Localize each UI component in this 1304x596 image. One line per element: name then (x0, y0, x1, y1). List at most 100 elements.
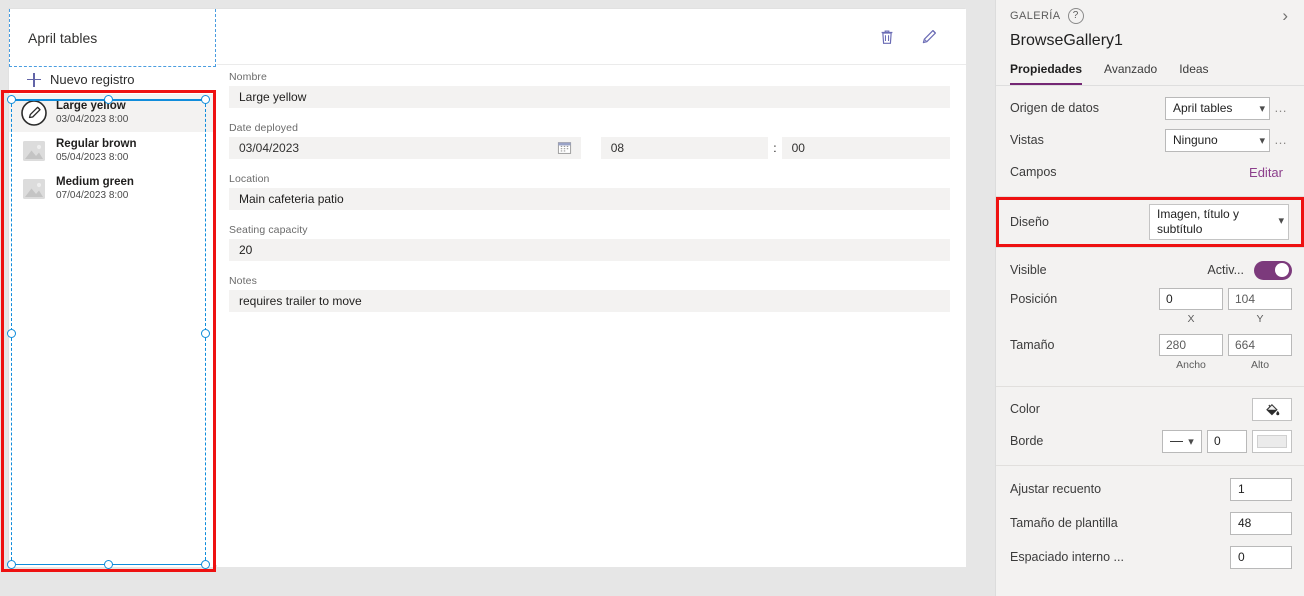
row-tamano-de-plantilla: Tamaño de plantilla 48 (996, 506, 1304, 540)
border-width-input[interactable]: 0 (1207, 429, 1247, 453)
layout-value: Imagen, título y subtítulo (1157, 207, 1240, 236)
resize-handle-top-center[interactable] (104, 95, 113, 104)
list-item[interactable]: Regular brown 05/04/2023 8:00 (9, 132, 216, 170)
form-field-list: Nombre Large yellow Date deployed 03/04/… (217, 71, 966, 326)
chevron-right-icon[interactable]: › (1282, 7, 1290, 24)
minute-input[interactable]: 00 (781, 137, 950, 159)
gallery-record-list[interactable]: Large yellow 03/04/2023 8:00 Regular bro… (9, 94, 216, 567)
resize-handle-bottom-center[interactable] (104, 560, 113, 569)
hour-value: 08 (610, 141, 625, 155)
list-item-subtitle: 03/04/2023 8:00 (56, 114, 129, 126)
resize-handle-middle-right[interactable] (201, 329, 210, 338)
field-label: Notes (229, 275, 257, 287)
position-x-input[interactable]: 0 (1159, 288, 1223, 310)
tab-propiedades[interactable]: Propiedades (1010, 62, 1083, 85)
form-field-date-deployed: Date deployed 03/04/2023 08: 00 (229, 122, 950, 159)
minute-value: 00 (791, 141, 805, 155)
trash-icon[interactable] (870, 20, 904, 54)
size-width-input[interactable]: 280 (1159, 334, 1223, 356)
list-item[interactable]: Medium green 07/04/2023 8:00 (9, 170, 216, 208)
wrap-count-input[interactable]: 1 (1230, 477, 1292, 501)
layout-row-highlight: Diseño Imagen, título y subtítulo ▾ (996, 197, 1304, 247)
hour-input[interactable]: 08 (600, 137, 769, 159)
data-section: Origen de datos April tables ▾ … Vistas … (996, 86, 1304, 196)
position-y-input[interactable]: 104 (1228, 288, 1292, 310)
row-label: Color (1010, 402, 1040, 416)
layout-select[interactable]: Imagen, título y subtítulo ▾ (1149, 204, 1289, 240)
position-y-caption: Y (1256, 313, 1264, 325)
data-source-more-button[interactable]: … (1270, 101, 1292, 114)
list-item-title: Regular brown (56, 138, 137, 151)
position-x-caption: X (1187, 313, 1195, 325)
edit-form: Nombre Large yellow Date deployed 03/04/… (217, 9, 966, 567)
field-value[interactable]: requires trailer to move (229, 290, 950, 312)
views-select[interactable]: Ninguno ▾ (1165, 128, 1270, 152)
edit-fields-link[interactable]: Editar (1249, 165, 1292, 180)
row-label: Origen de datos (1010, 101, 1099, 115)
field-label: Date deployed (229, 122, 299, 134)
app-canvas: April tables Nuevo registro Large yellow… (0, 0, 995, 596)
row-label: Tamaño (1010, 338, 1055, 352)
resize-handle-top-right[interactable] (201, 95, 210, 104)
tab-avanzado[interactable]: Avanzado (1104, 62, 1157, 85)
row-label: Espaciado interno ... (1010, 550, 1124, 564)
question-mark-icon[interactable]: ? (1067, 7, 1084, 24)
field-value[interactable]: Main cafeteria patio (229, 188, 950, 210)
panel-kicker-label: GALERÍA (1010, 9, 1061, 22)
chevron-down-icon: ▾ (1188, 435, 1194, 448)
template-padding-input[interactable]: 0 (1230, 545, 1292, 569)
row-color: Color (996, 393, 1304, 425)
gallery-settings-section: Ajustar recuento 1 Tamaño de plantilla 4… (996, 466, 1304, 582)
field-value[interactable]: 20 (229, 239, 950, 261)
list-item-title: Large yellow (56, 100, 126, 113)
resize-handle-top-left[interactable] (7, 95, 16, 104)
date-input[interactable]: 03/04/2023 (229, 137, 581, 159)
row-tamano: Tamaño 280 664 (996, 332, 1304, 358)
resize-handle-bottom-right[interactable] (201, 560, 210, 569)
gallery-control[interactable]: April tables Nuevo registro Large yellow… (9, 9, 216, 567)
paint-bucket-icon[interactable] (1252, 397, 1292, 421)
row-label: Visible (1010, 263, 1047, 277)
row-label: Ajustar recuento (1010, 482, 1102, 496)
list-item-text: Medium green 07/04/2023 8:00 (56, 176, 134, 202)
row-label: Vistas (1010, 133, 1044, 147)
panel-header: GALERÍA ? › BrowseGallery1 (996, 0, 1304, 50)
border-style-select[interactable]: ▾ (1162, 429, 1202, 453)
calendar-icon[interactable] (557, 140, 573, 156)
image-placeholder-icon (21, 176, 47, 202)
pencil-circle-icon (21, 100, 47, 126)
panel-tabs: Propiedades Avanzado Ideas (996, 62, 1304, 86)
row-visible: Visible Activ... (996, 254, 1304, 286)
tab-ideas[interactable]: Ideas (1179, 62, 1208, 85)
row-diseno: Diseño Imagen, título y subtítulo ▾ (999, 200, 1301, 244)
views-more-button[interactable]: … (1270, 133, 1292, 146)
field-label: Location (229, 173, 270, 185)
date-time-row: 03/04/2023 08: 00 (229, 137, 950, 159)
visible-toggle[interactable] (1254, 260, 1292, 280)
plus-icon (27, 72, 41, 87)
border-color-swatch[interactable] (1252, 429, 1292, 453)
field-label: Nombre (229, 71, 267, 83)
row-espaciado-interno: Espaciado interno ... 0 (996, 540, 1304, 574)
resize-handle-bottom-left[interactable] (7, 560, 16, 569)
field-label: Seating capacity (229, 224, 308, 236)
row-label: Diseño (1010, 215, 1049, 229)
list-item-subtitle: 05/04/2023 8:00 (56, 152, 129, 164)
form-field-notes: Notes requires trailer to move (229, 275, 950, 312)
visible-state-label: Activ... (1207, 263, 1244, 277)
gallery-title: April tables (28, 29, 98, 46)
resize-handle-middle-left[interactable] (7, 329, 16, 338)
size-height-caption: Alto (1250, 359, 1270, 371)
pencil-icon[interactable] (912, 20, 946, 54)
data-source-select[interactable]: April tables ▾ (1165, 96, 1270, 120)
field-value[interactable]: Large yellow (229, 86, 950, 108)
solid-line-icon (1170, 440, 1184, 442)
chevron-down-icon: ▾ (1278, 215, 1284, 228)
size-height-input[interactable]: 664 (1228, 334, 1292, 356)
template-size-input[interactable]: 48 (1230, 511, 1292, 535)
page-title: BrowseGallery1 (1010, 32, 1123, 49)
row-campos: Campos Editar (996, 156, 1304, 188)
new-record-button[interactable]: Nuevo registro (9, 67, 215, 93)
